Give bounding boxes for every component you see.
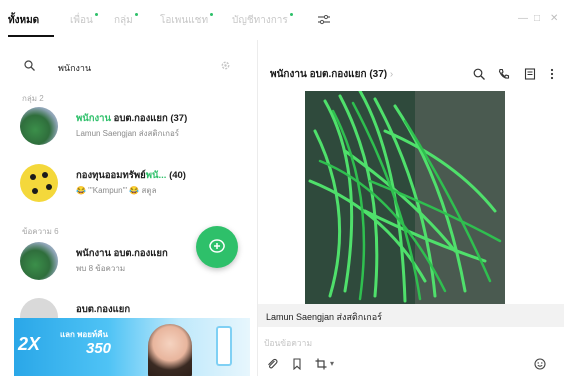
search-box[interactable]: พนักงาน (14, 54, 244, 78)
close-icon[interactable]: ✕ (550, 13, 558, 24)
search-input[interactable]: พนักงาน (58, 61, 91, 75)
search-icon (24, 60, 35, 71)
caption-text: Lamun Saengjan ส่งสติกเกอร์ (266, 312, 382, 322)
photo-message[interactable] (305, 91, 505, 304)
message-input[interactable]: ป้อนข้อความ (264, 336, 312, 350)
chat-list-pane: พนักงาน กลุ่ม 2 พนักงาน อบต.กองแยก (37) … (0, 40, 258, 376)
tab-official-label: บัญชีทางการ (232, 15, 288, 26)
avatar-pattern (30, 174, 36, 180)
chevron-right-icon[interactable]: › (390, 69, 393, 80)
search-icon[interactable] (473, 68, 485, 80)
phone-icon[interactable] (498, 68, 510, 80)
minimize-icon[interactable]: — (518, 13, 528, 24)
chat-preview: พบ 8 ข้อความ (76, 264, 126, 273)
avatar-pattern (42, 172, 48, 178)
tab-all-label: ทั้งหมด (8, 15, 40, 26)
chat-preview: Lamun Saengjan ส่งสติกเกอร์ (76, 129, 180, 138)
tab-friends-label: เพื่อน (70, 15, 93, 26)
avatar-pattern (32, 188, 38, 194)
crop-icon[interactable] (315, 358, 327, 370)
green-beans-photo (305, 91, 505, 304)
attach-icon[interactable] (266, 358, 278, 370)
chat-name: อบต.กองแยก (76, 304, 131, 315)
avatar (20, 242, 58, 280)
notes-icon[interactable] (524, 68, 536, 80)
chevron-down-icon[interactable]: ▾ (330, 359, 334, 368)
unread-dot (134, 13, 138, 16)
banner-2x: 2X (18, 334, 41, 354)
unread-dot (210, 13, 214, 16)
new-chat-button[interactable] (196, 226, 238, 268)
avatar (20, 107, 58, 145)
avatar (20, 164, 58, 202)
banner-model-image (148, 324, 192, 376)
tab-openchat[interactable]: โอเพนแชท (160, 13, 214, 28)
tab-openchat-label: โอเพนแชท (160, 15, 209, 26)
sticker-caption-bar: Lamun Saengjan ส่งสติกเกอร์ (258, 304, 564, 327)
avatar-pattern (46, 184, 52, 190)
active-tab-indicator (8, 35, 54, 37)
unread-dot (94, 13, 98, 16)
chat-add-icon (209, 239, 225, 253)
chat-room-title: พนักงาน อบต.กองแยก (37) › (270, 69, 394, 80)
bookmark-icon[interactable] (291, 358, 303, 370)
banner-product-image (216, 326, 232, 366)
filter-icon[interactable] (318, 15, 330, 25)
more-menu-icon[interactable] (546, 68, 558, 80)
tab-official-accounts[interactable]: บัญชีทางการ (232, 13, 293, 28)
promo-banner[interactable]: 2X แลก พอยท์คืน 350 (14, 318, 250, 376)
tab-groups-label: กลุ่ม (114, 15, 133, 26)
banner-amount: 350 (86, 340, 112, 357)
maximize-icon[interactable]: □ (534, 13, 540, 24)
top-tab-bar: ทั้งหมด เพื่อน กลุ่ม โอเพนแชท บัญชีทางกา… (0, 0, 564, 40)
tab-groups[interactable]: กลุ่ม (114, 13, 138, 28)
chat-preview: 😂 '''Kampun''' 😂 สตูล (76, 186, 157, 195)
chat-room-pane: พนักงาน อบต.กองแยก (37) › Lamun Saengjan… (258, 40, 564, 376)
chat-name: พนักงาน อบต.กองแยก (76, 248, 168, 259)
gear-icon[interactable] (220, 60, 231, 71)
tab-all[interactable]: ทั้งหมด (8, 13, 39, 28)
tab-friends[interactable]: เพื่อน (70, 13, 98, 28)
unread-dot (289, 13, 293, 16)
chat-name: พนักงาน อบต.กองแยก (37) (76, 113, 188, 124)
emoji-icon[interactable] (534, 358, 546, 370)
chat-item[interactable]: กองทุนออมทรัพย์พนั... (40) 😂 '''Kampun''… (0, 160, 258, 206)
chat-item[interactable]: พนักงาน อบต.กองแยก (37) Lamun Saengjan ส… (0, 103, 258, 149)
chat-name: กองทุนออมทรัพย์พนั... (40) (76, 170, 186, 181)
section-label-messages: ข้อความ 6 (22, 227, 59, 236)
